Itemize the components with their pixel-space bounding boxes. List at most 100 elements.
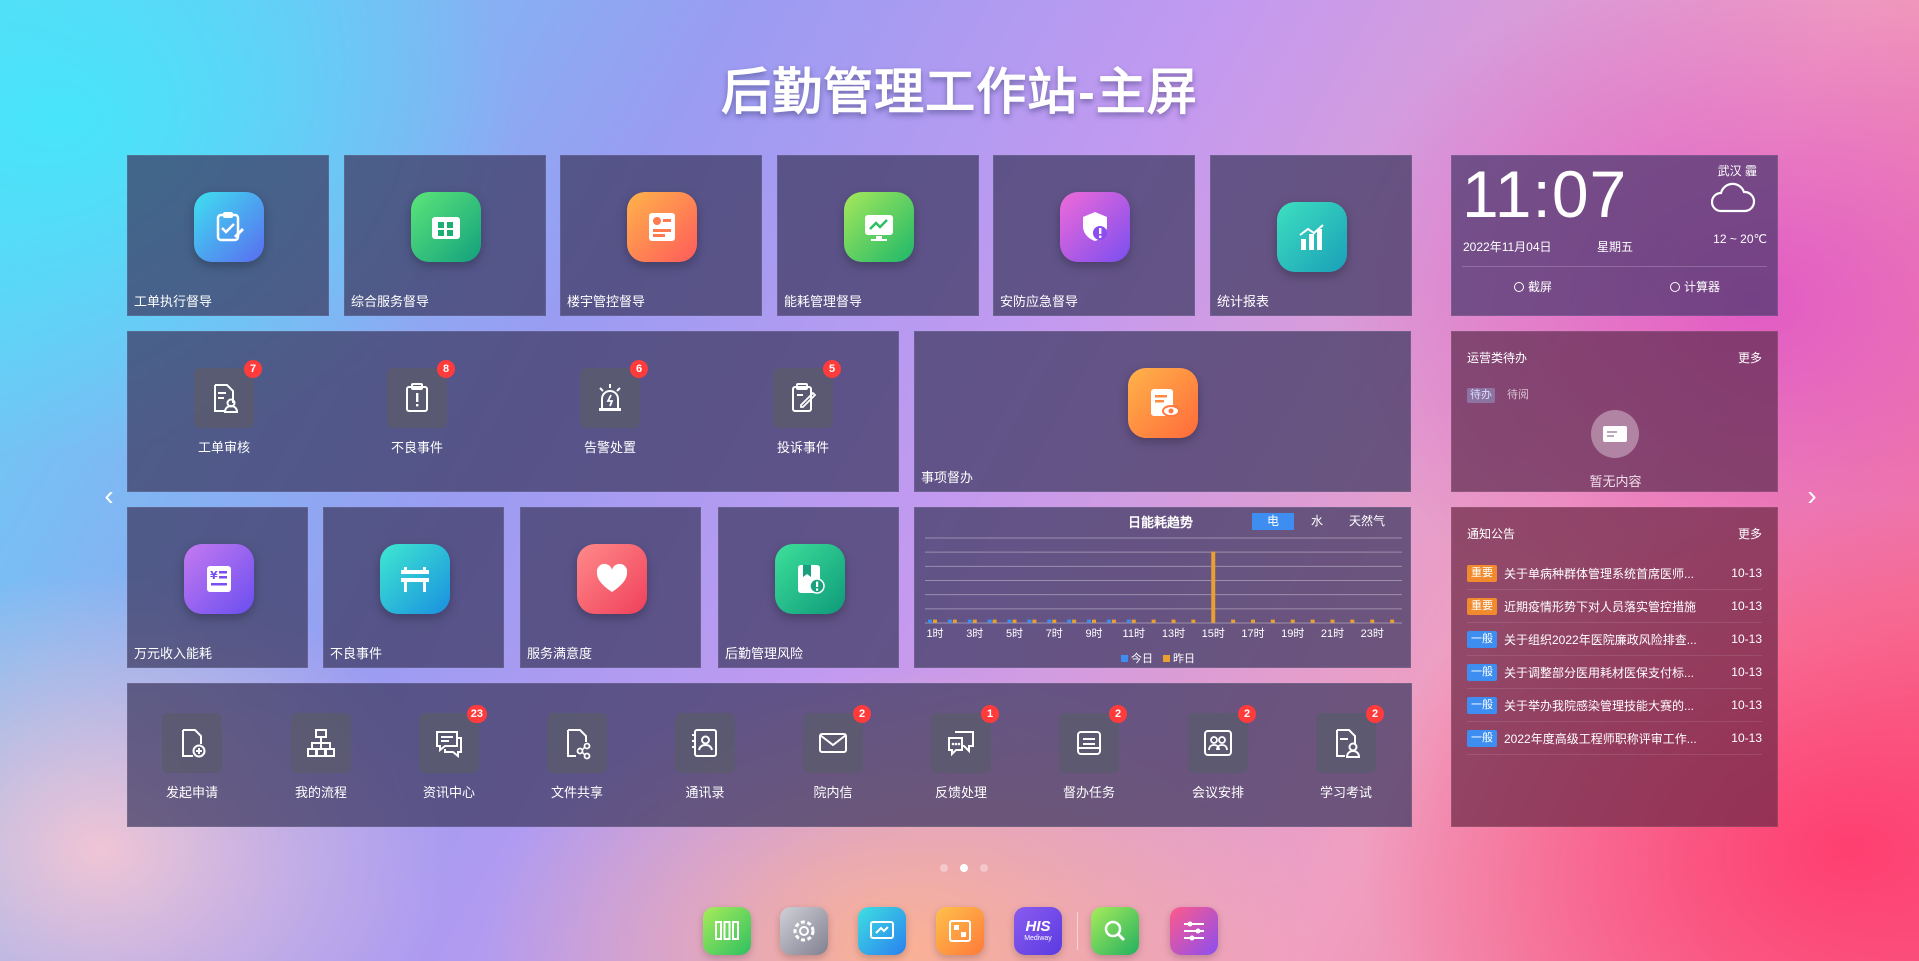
bottom-item-8[interactable]: 2 会议安排	[1158, 705, 1278, 801]
monitor-chart-icon	[844, 192, 914, 262]
bar-昨日-10时	[1111, 619, 1116, 623]
bottom-item-1[interactable]: 我的流程	[261, 713, 381, 801]
columns-icon[interactable]	[703, 907, 751, 955]
badge: 2	[1366, 705, 1384, 723]
tile-service-supervision[interactable]: 综合服务督导	[344, 155, 546, 316]
notice-tag: 一般	[1467, 663, 1497, 681]
notice-item[interactable]: 一般 关于举办我院感染管理技能大赛的... 10-13	[1467, 689, 1762, 722]
pager-dot[interactable]	[980, 864, 988, 872]
legend-label-yesterday: 昨日	[1173, 653, 1195, 665]
notice-tag: 重要	[1467, 564, 1497, 582]
tile-security-supervision[interactable]: 安防应急督导	[993, 155, 1195, 316]
tile-service-satisfaction[interactable]: 服务满意度	[520, 507, 701, 668]
item-label: 我的流程	[294, 785, 347, 800]
pager-dot-active[interactable]	[960, 864, 968, 872]
screenshot-button[interactable]: 截屏	[1514, 278, 1552, 295]
badge: 2	[853, 705, 871, 723]
bottom-item-9[interactable]: 2 学习考试	[1286, 705, 1406, 801]
todo-tab-to-read[interactable]: 待阅	[1507, 388, 1529, 403]
mid-item-complaint-events[interactable]: 5 投诉事件	[743, 360, 863, 456]
x-tick-label: 23时	[1361, 627, 1384, 640]
settings-icon[interactable]	[780, 907, 828, 955]
badge: 1	[981, 705, 999, 723]
notice-item[interactable]: 一般 2022年度高级工程师职称评审工作... 10-13	[1467, 722, 1762, 755]
screenshot-icon	[1514, 281, 1524, 292]
his-logo-subtext: Mediway	[1024, 935, 1052, 942]
document-share-icon	[547, 713, 607, 773]
bar-今日-1时	[928, 619, 932, 623]
mid-item-alarm-handling[interactable]: 6 告警处置	[550, 360, 670, 456]
mid-item-adverse-events[interactable]: 8 不良事件	[357, 360, 477, 456]
notice-item[interactable]: 重要 近期疫情形势下对人员落实管控措施 10-13	[1467, 590, 1762, 623]
item-label: 会议安排	[1191, 785, 1244, 800]
tile-adverse-events[interactable]: 不良事件	[323, 507, 504, 668]
notice-item[interactable]: 重要 关于单病种群体管理系统首席医师... 10-13	[1467, 557, 1762, 590]
bar-昨日-15时	[1211, 551, 1216, 623]
bar-今日-4时	[987, 619, 992, 623]
bar-昨日-24时	[1390, 619, 1395, 623]
his-logo-icon[interactable]: HIS Mediway	[1014, 907, 1062, 955]
calculator-button[interactable]: 计算器	[1670, 278, 1720, 295]
search-icon[interactable]	[1091, 907, 1139, 955]
tile-work-order-supervision[interactable]: 工单执行督导	[127, 155, 329, 316]
bottom-item-4[interactable]: 通讯录	[645, 713, 765, 801]
notice-more-link[interactable]: 更多	[1738, 525, 1762, 542]
bottom-item-0[interactable]: 发起申请	[132, 713, 252, 801]
bottom-item-3[interactable]: 文件共享	[517, 713, 637, 801]
x-tick-label: 13时	[1162, 627, 1185, 640]
task-box-icon: 2	[1059, 705, 1127, 773]
screenshot-label: 截屏	[1528, 280, 1553, 294]
document-user-icon: 7	[194, 360, 262, 428]
tile-label: 服务满意度	[527, 646, 593, 661]
bar-昨日-4时	[992, 619, 997, 623]
badge: 8	[437, 360, 455, 378]
tile-building-supervision[interactable]: 楼宇管控督导	[560, 155, 762, 316]
bottom-item-5[interactable]: 2 院内信	[773, 705, 893, 801]
badge: 7	[244, 360, 262, 378]
item-label: 发起申请	[165, 785, 218, 800]
prev-page-arrow[interactable]: ‹	[94, 480, 124, 512]
todo-tab-pending[interactable]: 待办	[1467, 388, 1495, 403]
quick-apps-panel: 发起申请 我的流程 23 资讯中心 文件共享 通讯录 2 院内信 1 反馈处理 …	[127, 683, 1412, 827]
bottom-item-7[interactable]: 2 督办任务	[1029, 705, 1149, 801]
todo-more-link[interactable]: 更多	[1738, 349, 1762, 366]
clock-divider	[1462, 266, 1767, 267]
bar-昨日-22时	[1350, 619, 1355, 623]
notice-item[interactable]: 一般 关于组织2022年医院廉政风险排查... 10-13	[1467, 623, 1762, 656]
bar-今日-5时	[1007, 619, 1012, 623]
gallery-icon[interactable]	[936, 907, 984, 955]
notice-item[interactable]: 一般 关于调整部分医用耗材医保支付标... 10-13	[1467, 656, 1762, 689]
todo-empty-text: 暂无内容	[1589, 474, 1642, 489]
legend-swatch-today	[1121, 654, 1128, 662]
tile-label: 楼宇管控督导	[567, 294, 646, 309]
tile-statistics-report[interactable]: 统计报表	[1210, 155, 1412, 316]
bar-昨日-14时	[1191, 619, 1196, 623]
tile-label: 后勤管理风险	[725, 646, 804, 661]
legend-swatch-yesterday	[1163, 654, 1170, 662]
pager-dot[interactable]	[940, 864, 948, 872]
item-label: 通讯录	[685, 785, 725, 800]
tile-logistics-risk[interactable]: 后勤管理风险	[718, 507, 899, 668]
mid-item-work-order-review[interactable]: 7 工单审核	[164, 360, 284, 456]
building-id-icon	[627, 192, 697, 262]
his-logo-text: HIS	[1025, 918, 1051, 935]
sliders-icon[interactable]	[1170, 907, 1218, 955]
badge: 6	[630, 360, 648, 378]
notice-tag: 一般	[1467, 630, 1497, 648]
legend-label-today: 今日	[1131, 653, 1153, 665]
x-tick-label: 15时	[1202, 627, 1225, 640]
next-page-arrow[interactable]: ›	[1797, 480, 1827, 512]
notice-tag: 一般	[1467, 696, 1497, 714]
bottom-item-6[interactable]: 1 反馈处理	[901, 705, 1021, 801]
bar-今日-8时	[1067, 619, 1072, 623]
tile-energy-supervision[interactable]: 能耗管理督导	[777, 155, 979, 316]
item-label: 文件共享	[550, 785, 603, 800]
tile-energy-per-income[interactable]: ¥ 万元收入能耗	[127, 507, 308, 668]
notice-item-date: 10-13	[1731, 731, 1762, 745]
bottom-item-2[interactable]: 23 资讯中心	[389, 705, 509, 801]
screen-icon[interactable]	[858, 907, 906, 955]
tile-matter-supervision[interactable]: 事项督办	[914, 331, 1411, 492]
clock-panel: 11:07 2022年11月04日 星期五 武汉 霾 12 ~ 20℃ 截屏 计…	[1451, 155, 1778, 316]
item-label: 院内信	[813, 785, 853, 800]
bar-昨日-17时	[1251, 619, 1255, 623]
